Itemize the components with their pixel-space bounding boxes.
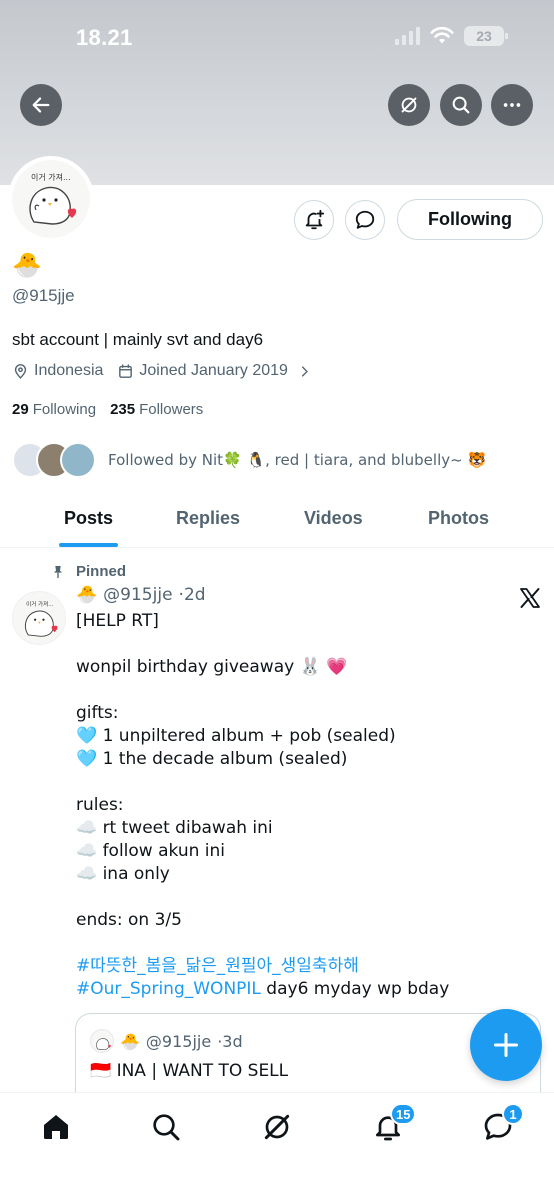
post-text: [HELP RT] wonpil birthday giveaway 🐰 💗 g… <box>76 610 536 1001</box>
status-icons: 23 <box>395 26 508 46</box>
nav-search[interactable] <box>150 1111 182 1143</box>
profile-bio: sbt account | mainly svt and day6 <box>12 330 264 349</box>
tab-posts[interactable]: Posts <box>64 508 113 529</box>
joined-date[interactable]: Joined January 2019 <box>117 362 312 380</box>
pinned-text: Pinned <box>76 563 127 580</box>
nav-home[interactable] <box>40 1111 72 1143</box>
display-name: 🐣 <box>12 251 42 279</box>
followers-count: 235 <box>110 401 136 418</box>
followed-by-row[interactable]: Followed by Nit🍀 🐧, red | tiara, and blu… <box>12 442 486 478</box>
chevron-right-icon <box>301 365 308 377</box>
signal-icon <box>395 27 420 45</box>
battery-icon: 23 <box>464 26 508 46</box>
profile-handle: @915jje <box>12 286 75 305</box>
location-pin-icon <box>14 363 27 379</box>
nav-grok[interactable] <box>261 1111 293 1143</box>
notifications-badge: 15 <box>390 1103 417 1125</box>
message-button[interactable] <box>345 200 385 240</box>
location-text: Indonesia <box>34 362 104 379</box>
search-button[interactable] <box>440 84 482 126</box>
post-line: ☁️ follow akun ini <box>76 841 226 861</box>
quoted-post-text: 🇮🇩 INA | WANT TO SELL <box>90 1061 289 1081</box>
svg-text:이거 가져...: 이거 가져... <box>31 172 71 182</box>
grok-button[interactable] <box>388 84 430 126</box>
nav-notifications[interactable]: 15 <box>372 1103 417 1143</box>
compose-button[interactable] <box>470 1009 542 1081</box>
hashtag-link[interactable]: #따뜻한_봄을_닮은_원필아_생일축하해 <box>76 956 359 976</box>
post-author-name[interactable]: 🐣 <box>76 585 97 605</box>
chat-bubble-icon <box>355 210 375 229</box>
profile-meta: Indonesia Joined January 2019 <box>12 362 326 380</box>
bottom-nav: 15 1 <box>0 1092 554 1200</box>
followers-label: Followers <box>139 401 204 418</box>
quoted-author-handle: @915jje <box>145 1031 212 1051</box>
post-line <box>76 932 536 955</box>
search-icon <box>153 1114 180 1141</box>
status-time: 18.21 <box>76 25 133 50</box>
chick-avatar-image <box>96 1038 111 1051</box>
chick-avatar-image: 이거 가져... <box>29 172 77 225</box>
followed-by-text: Followed by Nit🍀 🐧, red | tiara, and blu… <box>108 451 487 469</box>
quoted-post-header: 🐣 @915jje · 3d <box>90 1029 243 1053</box>
chick-avatar-image: 이거 가져... <box>25 600 58 637</box>
post-line <box>76 633 536 656</box>
post-line <box>76 886 536 909</box>
quoted-author-avatar <box>90 1029 114 1053</box>
follow-counts: 29 Following 235 Followers <box>12 401 203 418</box>
post-line <box>76 679 536 702</box>
post-line: wonpil birthday giveaway 🐰 💗 <box>76 657 348 677</box>
bell-plus-icon <box>305 209 325 230</box>
tab-replies[interactable]: Replies <box>176 508 240 529</box>
more-button[interactable] <box>491 84 533 126</box>
plus-icon <box>493 1032 519 1058</box>
x-logo-icon <box>520 588 540 608</box>
follower-avatar <box>60 442 96 478</box>
following-count-link[interactable]: 29 Following <box>12 401 96 418</box>
profile-tabs: Posts Replies Videos Photos <box>0 496 554 548</box>
following-button[interactable]: Following <box>397 199 543 240</box>
tab-photos[interactable]: Photos <box>428 508 489 529</box>
back-arrow-icon <box>32 97 50 113</box>
active-tab-indicator <box>59 543 118 547</box>
grok-icon <box>264 1114 290 1140</box>
following-label: Following <box>32 401 97 418</box>
tab-videos[interactable]: Videos <box>304 508 363 529</box>
post-line: [HELP RT] <box>76 611 159 631</box>
post-line <box>76 771 536 794</box>
home-icon <box>44 1115 68 1139</box>
post-line: ☁️ rt tweet dibawah ini <box>76 818 273 838</box>
profile-avatar[interactable]: 이거 가져... <box>8 156 94 242</box>
grok-icon <box>401 97 417 113</box>
post-time[interactable]: 2d <box>184 585 206 605</box>
following-count: 29 <box>12 401 29 418</box>
joined-text: Joined January 2019 <box>139 362 288 379</box>
quoted-author-name: 🐣 <box>120 1031 140 1051</box>
followers-count-link[interactable]: 235 Followers <box>110 401 203 418</box>
post-line: 🩵 1 unpiltered album + pob (sealed) <box>76 726 396 746</box>
pin-icon <box>54 565 62 578</box>
back-button[interactable] <box>20 84 62 126</box>
post-line: rules: <box>76 795 124 815</box>
notify-button[interactable] <box>294 200 334 240</box>
post-trailing-text: day6 myday wp bday <box>260 979 450 999</box>
post-header: 🐣 @915jje · 2d <box>76 585 206 605</box>
more-icon <box>503 103 521 107</box>
post-author-handle[interactable]: @915jje <box>103 585 172 605</box>
post-author-avatar[interactable]: 이거 가져... <box>12 591 66 645</box>
post-line: gifts: <box>76 703 119 723</box>
pinned-label: Pinned <box>50 563 126 580</box>
calendar-icon <box>119 363 133 378</box>
post-line: ends: on 3/5 <box>76 910 182 930</box>
wifi-icon <box>430 27 454 44</box>
nav-messages[interactable]: 1 <box>482 1103 524 1143</box>
post-line: 🩵 1 the decade album (sealed) <box>76 749 348 769</box>
hashtag-link[interactable]: #Our_Spring_WONPIL <box>76 979 261 999</box>
location: Indonesia <box>12 362 103 380</box>
svg-text:이거 가져...: 이거 가져... <box>26 600 54 608</box>
quoted-post-time: 3d <box>222 1031 243 1051</box>
messages-badge: 1 <box>502 1103 524 1125</box>
post-line: ☁️ ina only <box>76 864 170 884</box>
search-icon <box>452 96 470 114</box>
